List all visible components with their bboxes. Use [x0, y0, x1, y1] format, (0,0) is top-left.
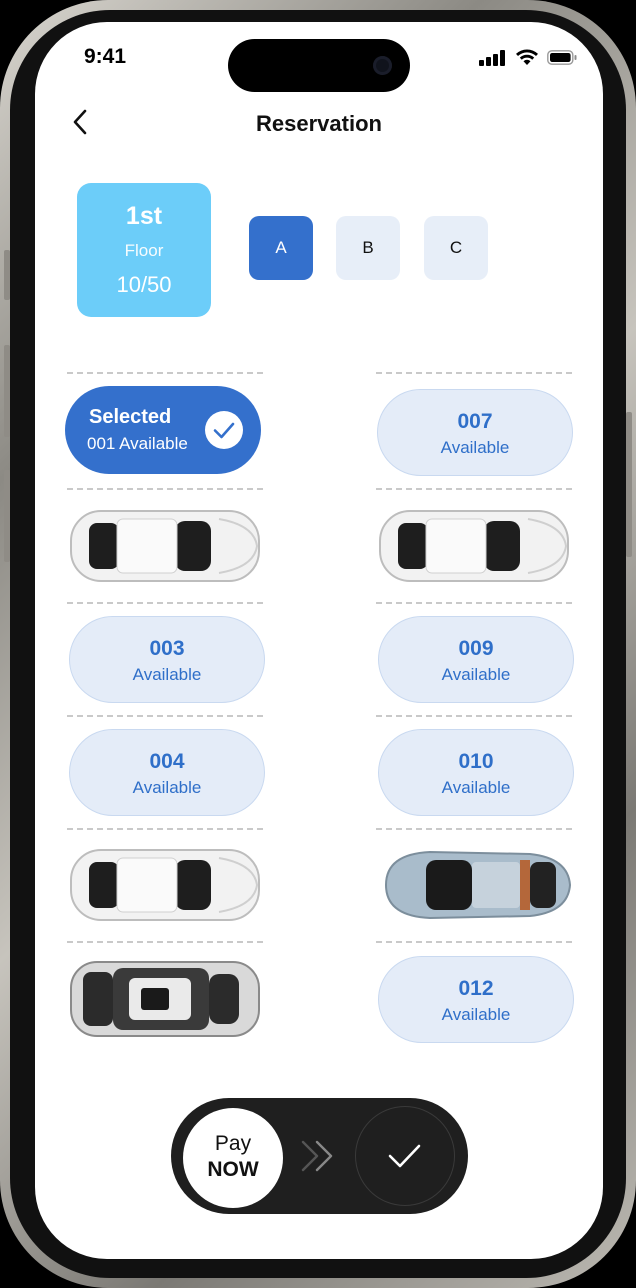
grey-car-icon: [70, 961, 260, 1037]
floor-label: Floor: [124, 241, 164, 260]
slot-divider: [376, 941, 572, 943]
slot-divider: [376, 715, 572, 717]
status-time: 9:41: [84, 45, 127, 68]
slot-001-selected[interactable]: Selected 001 Available: [65, 386, 261, 474]
double-chevron-right-icon: [301, 1140, 333, 1172]
zone-c-button[interactable]: C: [424, 216, 488, 280]
selected-title: Selected: [89, 406, 172, 428]
slot-divider: [67, 372, 263, 374]
slot-number: 003: [149, 637, 185, 660]
slot-004[interactable]: 004 Available: [69, 729, 265, 816]
slot-status: Available: [132, 778, 202, 797]
slot-divider: [376, 488, 572, 490]
power-button: [626, 412, 632, 557]
slot-number: 007: [457, 410, 493, 433]
zone-a-button[interactable]: A: [249, 216, 313, 280]
pay-label: Pay: [214, 1132, 252, 1155]
slot-status: Available: [440, 438, 510, 457]
slot-010[interactable]: 010 Available: [378, 729, 574, 816]
floor-name: 1st: [125, 202, 163, 230]
slot-007[interactable]: 007 Available: [377, 389, 573, 476]
slot-status: Available: [132, 665, 202, 684]
slot-divider: [67, 715, 263, 717]
slot-number: 009: [458, 637, 494, 660]
slot-012[interactable]: 012 Available: [378, 956, 574, 1043]
slot-number: 010: [458, 750, 494, 773]
status-icons: [479, 49, 577, 66]
camera-icon: [373, 56, 392, 75]
slot-divider: [67, 828, 263, 830]
slot-009[interactable]: 009 Available: [378, 616, 574, 703]
white-car-icon: [70, 849, 260, 921]
slot-divider: [376, 602, 572, 604]
page-title: Reservation: [256, 111, 382, 136]
slot-003[interactable]: 003 Available: [69, 616, 265, 703]
slot-divider: [376, 372, 572, 374]
slot-divider: [67, 941, 263, 943]
checkmark-icon: [205, 411, 243, 449]
signal-icon: [479, 49, 505, 66]
sports-car-icon: [384, 850, 572, 920]
selected-subtitle: 001 Available: [87, 434, 188, 453]
now-label: NOW: [207, 1158, 259, 1181]
slot-status: Available: [441, 778, 511, 797]
slot-status: Available: [441, 1005, 511, 1024]
slot-divider: [67, 602, 263, 604]
slot-divider: [376, 828, 572, 830]
zone-b-button[interactable]: B: [336, 216, 400, 280]
white-car-icon: [379, 510, 569, 582]
slot-divider: [67, 488, 263, 490]
confirm-checkmark-icon: [355, 1106, 455, 1206]
pay-now-knob[interactable]: Pay NOW: [183, 1108, 283, 1208]
floor-count: 10/50: [116, 272, 172, 297]
pay-now-slider[interactable]: Pay NOW: [171, 1098, 468, 1214]
white-car-icon: [70, 510, 260, 582]
dynamic-island: [228, 39, 410, 92]
screen: 9:41 Reservation 1st Floor 10/50 A B C S…: [35, 22, 603, 1259]
slot-number: 004: [149, 750, 185, 773]
slot-status: Available: [441, 665, 511, 684]
battery-icon: [547, 50, 577, 65]
floor-card[interactable]: 1st Floor 10/50: [77, 183, 211, 317]
slot-number: 012: [458, 977, 494, 1000]
wifi-icon: [516, 49, 538, 65]
